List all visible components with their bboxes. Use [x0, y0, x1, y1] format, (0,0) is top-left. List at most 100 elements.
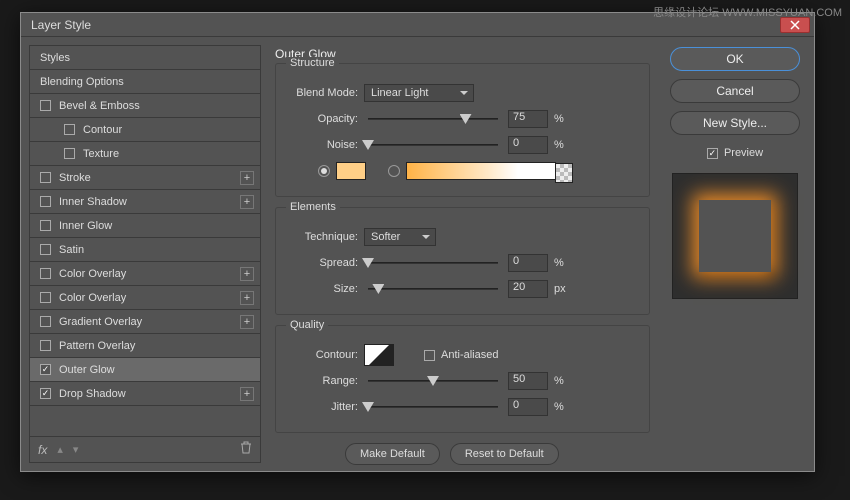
style-label: Stroke	[59, 172, 91, 184]
arrow-down-icon[interactable]: ▾	[73, 443, 79, 456]
style-label: Inner Shadow	[59, 196, 127, 208]
add-effect-icon[interactable]: +	[240, 387, 254, 401]
spread-label: Spread:	[286, 257, 358, 269]
make-default-button[interactable]: Make Default	[345, 443, 440, 465]
style-checkbox[interactable]	[40, 172, 51, 183]
fx-icon[interactable]: fx	[38, 443, 47, 457]
reset-default-button[interactable]: Reset to Default	[450, 443, 559, 465]
elements-group: Elements Technique: Softer Spread: 0 % S…	[275, 207, 650, 315]
size-slider[interactable]	[368, 288, 498, 290]
style-row-bevel-emboss[interactable]: Bevel & Emboss	[30, 94, 260, 118]
noise-label: Noise:	[286, 139, 358, 151]
cancel-button[interactable]: Cancel	[670, 79, 800, 103]
style-checkbox[interactable]	[64, 148, 75, 159]
add-effect-icon[interactable]: +	[240, 195, 254, 209]
style-label: Pattern Overlay	[59, 340, 135, 352]
style-row-texture[interactable]: Texture	[30, 142, 260, 166]
style-label: Color Overlay	[59, 292, 126, 304]
anti-aliased-checkbox[interactable]	[424, 350, 435, 361]
opacity-input[interactable]: 75	[508, 110, 548, 128]
style-row-satin[interactable]: Satin	[30, 238, 260, 262]
elements-label: Elements	[286, 201, 340, 213]
arrow-up-icon[interactable]: ▴	[57, 443, 63, 456]
contour-label: Contour:	[286, 349, 358, 361]
blend-mode-select[interactable]: Linear Light	[364, 84, 474, 102]
style-checkbox[interactable]	[40, 316, 51, 327]
style-label: Texture	[83, 148, 119, 160]
style-label: Drop Shadow	[59, 388, 126, 400]
preview-checkbox[interactable]	[707, 148, 718, 159]
style-checkbox[interactable]	[40, 364, 51, 375]
style-label: Gradient Overlay	[59, 316, 142, 328]
spread-input[interactable]: 0	[508, 254, 548, 272]
blending-options[interactable]: Blending Options	[30, 70, 260, 94]
style-row-color-overlay[interactable]: Color Overlay +	[30, 262, 260, 286]
style-checkbox[interactable]	[40, 292, 51, 303]
size-label: Size:	[286, 283, 358, 295]
action-panel: OK Cancel New Style... Preview	[664, 45, 806, 463]
spread-unit: %	[554, 257, 574, 269]
range-input[interactable]: 50	[508, 372, 548, 390]
jitter-unit: %	[554, 401, 574, 413]
style-checkbox[interactable]	[64, 124, 75, 135]
spread-slider[interactable]	[368, 262, 498, 264]
style-row-pattern-overlay[interactable]: Pattern Overlay	[30, 334, 260, 358]
style-checkbox[interactable]	[40, 220, 51, 231]
add-effect-icon[interactable]: +	[240, 291, 254, 305]
contour-picker[interactable]	[364, 344, 394, 366]
structure-group: Structure Blend Mode: Linear Light Opaci…	[275, 63, 650, 197]
preview-box	[672, 173, 798, 299]
style-row-gradient-overlay[interactable]: Gradient Overlay +	[30, 310, 260, 334]
style-row-inner-glow[interactable]: Inner Glow	[30, 214, 260, 238]
blend-mode-label: Blend Mode:	[286, 87, 358, 99]
preview-label: Preview	[724, 147, 763, 159]
styles-panel: Styles Blending Options Bevel & Emboss Co…	[29, 45, 261, 463]
settings-panel: Outer Glow Structure Blend Mode: Linear …	[269, 45, 656, 463]
jitter-input[interactable]: 0	[508, 398, 548, 416]
preview-swatch	[699, 200, 771, 272]
trash-icon[interactable]	[240, 441, 252, 459]
layer-style-dialog: Layer Style Styles Blending Options Beve…	[20, 12, 815, 472]
style-row-outer-glow[interactable]: Outer Glow	[30, 358, 260, 382]
style-row-color-overlay[interactable]: Color Overlay +	[30, 286, 260, 310]
quality-group: Quality Contour: Anti-aliased Range: 50 …	[275, 325, 650, 433]
size-input[interactable]: 20	[508, 280, 548, 298]
ok-button[interactable]: OK	[670, 47, 800, 71]
noise-slider[interactable]	[368, 144, 498, 146]
style-label: Color Overlay	[59, 268, 126, 280]
style-row-drop-shadow[interactable]: Drop Shadow +	[30, 382, 260, 406]
size-unit: px	[554, 283, 574, 295]
range-label: Range:	[286, 375, 358, 387]
color-radio[interactable]	[318, 165, 330, 177]
color-swatch[interactable]	[336, 162, 366, 180]
jitter-slider[interactable]	[368, 406, 498, 408]
style-checkbox[interactable]	[40, 196, 51, 207]
noise-unit: %	[554, 139, 574, 151]
dialog-title: Layer Style	[31, 18, 91, 32]
style-label: Inner Glow	[59, 220, 112, 232]
style-row-stroke[interactable]: Stroke +	[30, 166, 260, 190]
styles-header[interactable]: Styles	[30, 46, 260, 70]
style-label: Satin	[59, 244, 84, 256]
anti-aliased-label: Anti-aliased	[441, 349, 498, 361]
add-effect-icon[interactable]: +	[240, 267, 254, 281]
style-row-inner-shadow[interactable]: Inner Shadow +	[30, 190, 260, 214]
gradient-radio[interactable]	[388, 165, 400, 177]
add-effect-icon[interactable]: +	[240, 315, 254, 329]
technique-select[interactable]: Softer	[364, 228, 436, 246]
style-checkbox[interactable]	[40, 340, 51, 351]
style-checkbox[interactable]	[40, 268, 51, 279]
opacity-unit: %	[554, 113, 574, 125]
noise-input[interactable]: 0	[508, 136, 548, 154]
style-checkbox[interactable]	[40, 100, 51, 111]
opacity-slider[interactable]	[368, 118, 498, 120]
style-checkbox[interactable]	[40, 388, 51, 399]
range-slider[interactable]	[368, 380, 498, 382]
style-label: Contour	[83, 124, 122, 136]
gradient-swatch[interactable]	[406, 162, 556, 180]
style-row-contour[interactable]: Contour	[30, 118, 260, 142]
add-effect-icon[interactable]: +	[240, 171, 254, 185]
technique-label: Technique:	[286, 231, 358, 243]
style-checkbox[interactable]	[40, 244, 51, 255]
new-style-button[interactable]: New Style...	[670, 111, 800, 135]
